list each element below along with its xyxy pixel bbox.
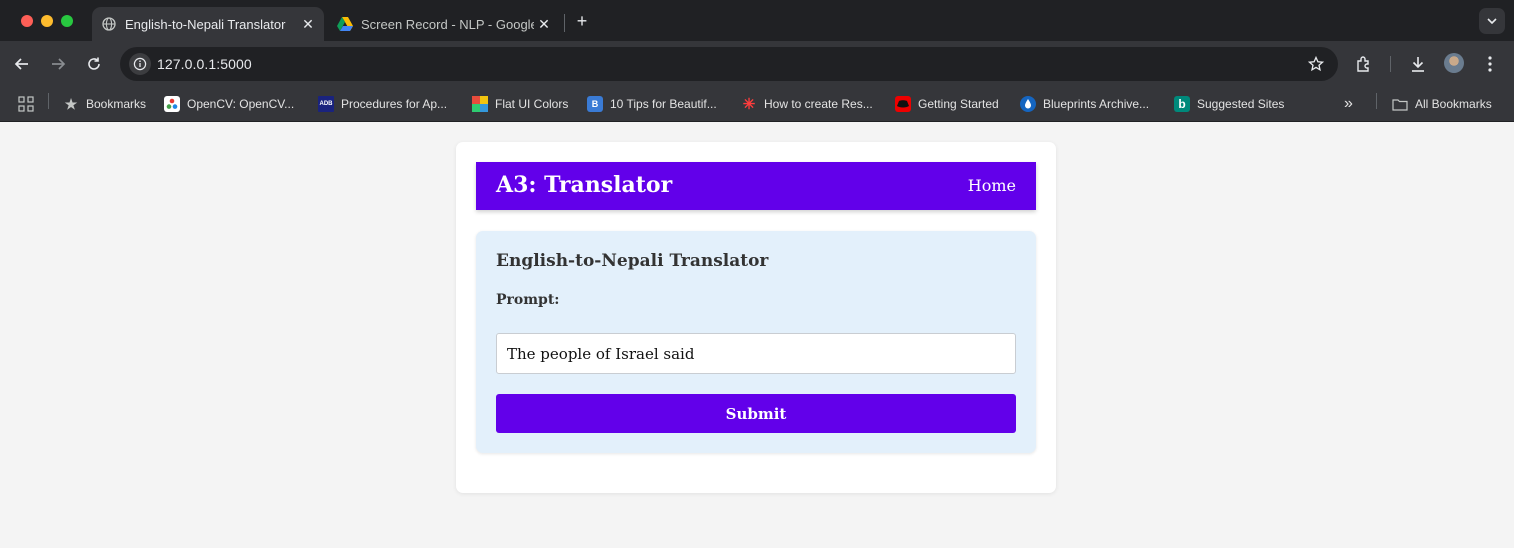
- bookmark-star-icon[interactable]: [1306, 54, 1326, 74]
- bookmark-suggested-sites[interactable]: b Suggested Sites: [1174, 93, 1284, 115]
- bookmarks-bar: ★ Bookmarks OpenCV: OpenCV... ADB Proced…: [0, 86, 1514, 122]
- page-viewport: A3: Translator Home English-to-Nepali Tr…: [0, 122, 1514, 548]
- prompt-input[interactable]: [496, 333, 1016, 374]
- nav-home-link[interactable]: Home: [968, 176, 1016, 195]
- bookmarks-divider: [48, 93, 49, 109]
- close-tab-icon[interactable]: ✕: [298, 14, 318, 34]
- opencv-icon: [164, 96, 180, 112]
- app-container: A3: Translator Home English-to-Nepali Tr…: [456, 142, 1056, 493]
- tab-divider: [564, 14, 565, 32]
- star-icon: ★: [64, 95, 78, 112]
- bookmark-label: OpenCV: OpenCV...: [187, 97, 295, 111]
- extensions-icon[interactable]: [1353, 53, 1375, 75]
- bookmark-label: Blueprints Archive...: [1043, 97, 1150, 111]
- profile-avatar[interactable]: [1444, 53, 1464, 73]
- tab-search-button[interactable]: [1479, 8, 1505, 34]
- new-tab-button[interactable]: +: [572, 11, 592, 31]
- bookmark-label: Getting Started: [918, 97, 999, 111]
- tips-icon: B: [587, 96, 603, 112]
- bookmark-label: Bookmarks: [86, 97, 147, 111]
- apps-grid-icon: [18, 96, 34, 112]
- bookmark-label: Suggested Sites: [1197, 97, 1285, 111]
- bookmarks-overflow-button[interactable]: »: [1344, 93, 1353, 115]
- folder-icon: [1392, 96, 1408, 112]
- tab-translator[interactable]: English-to-Nepali Translator ✕: [92, 7, 324, 41]
- submit-button[interactable]: Submit: [496, 394, 1016, 433]
- tab-title: Screen Record - NLP - Google Drive: [361, 16, 534, 32]
- bookmark-label: Procedures for Ap...: [341, 97, 448, 111]
- url-text: 127.0.0.1:5000: [157, 56, 252, 72]
- forward-arrow-icon: [52, 58, 66, 70]
- bookmark-label: How to create Res...: [764, 97, 873, 111]
- browser-toolbar: 127.0.0.1:5000: [0, 41, 1514, 86]
- close-tab-icon[interactable]: ✕: [534, 14, 554, 34]
- back-button[interactable]: [10, 52, 34, 76]
- app-brand: A3: Translator: [496, 172, 673, 198]
- app-header: A3: Translator Home: [476, 162, 1036, 210]
- bookmark-how-to-create[interactable]: ✳ How to create Res...: [741, 93, 873, 115]
- more-options-icon[interactable]: [1479, 53, 1501, 75]
- bookmark-label: 10 Tips for Beautif...: [610, 97, 717, 111]
- minimize-window-button[interactable]: [41, 15, 53, 27]
- bookmark-opencv[interactable]: OpenCV: OpenCV...: [164, 93, 294, 115]
- bookmark-getting-started[interactable]: Getting Started: [895, 93, 999, 115]
- redhat-icon: [895, 96, 911, 112]
- bookmarks-divider: [1376, 93, 1377, 109]
- forward-button[interactable]: [46, 52, 70, 76]
- site-info-icon[interactable]: [129, 53, 151, 75]
- reload-icon: [88, 57, 100, 70]
- blueprints-icon: [1020, 96, 1036, 112]
- bookmark-procedures[interactable]: ADB Procedures for Ap...: [318, 93, 447, 115]
- address-bar[interactable]: 127.0.0.1:5000: [120, 47, 1338, 81]
- download-icon[interactable]: [1407, 53, 1429, 75]
- flat-ui-colors-icon: [472, 96, 488, 112]
- tab-title: English-to-Nepali Translator: [125, 16, 286, 32]
- tab-screen-record[interactable]: Screen Record - NLP - Google Drive ✕: [328, 7, 560, 41]
- all-bookmarks-button[interactable]: All Bookmarks: [1392, 93, 1492, 115]
- close-window-button[interactable]: [21, 15, 33, 27]
- all-bookmarks-label: All Bookmarks: [1415, 97, 1492, 111]
- bookmark-label: Flat UI Colors: [495, 97, 569, 111]
- maximize-window-button[interactable]: [61, 15, 73, 27]
- back-arrow-icon: [14, 58, 28, 70]
- bookmark-blueprints[interactable]: Blueprints Archive...: [1020, 93, 1149, 115]
- chevron-double-right-icon: »: [1344, 95, 1353, 112]
- asterisk-icon: ✳: [742, 96, 756, 113]
- bookmark-bookmarks[interactable]: ★ Bookmarks: [63, 93, 146, 115]
- toolbar-divider: [1390, 56, 1391, 72]
- bing-icon: b: [1174, 96, 1190, 112]
- bookmark-10-tips[interactable]: B 10 Tips for Beautif...: [587, 93, 717, 115]
- prompt-label: Prompt:: [496, 292, 560, 308]
- page-title: English-to-Nepali Translator: [496, 251, 769, 271]
- apps-grid-button[interactable]: [18, 93, 34, 115]
- adb-icon: ADB: [318, 96, 334, 112]
- chevron-down-icon: [1487, 18, 1497, 24]
- translator-form-panel: English-to-Nepali Translator Prompt: Sub…: [476, 231, 1036, 453]
- globe-icon: [101, 16, 117, 32]
- reload-button[interactable]: [82, 52, 106, 76]
- tab-bar: English-to-Nepali Translator ✕ Screen Re…: [0, 0, 1514, 41]
- bookmark-flat-ui-colors[interactable]: Flat UI Colors: [472, 93, 568, 115]
- google-drive-icon: [337, 16, 353, 32]
